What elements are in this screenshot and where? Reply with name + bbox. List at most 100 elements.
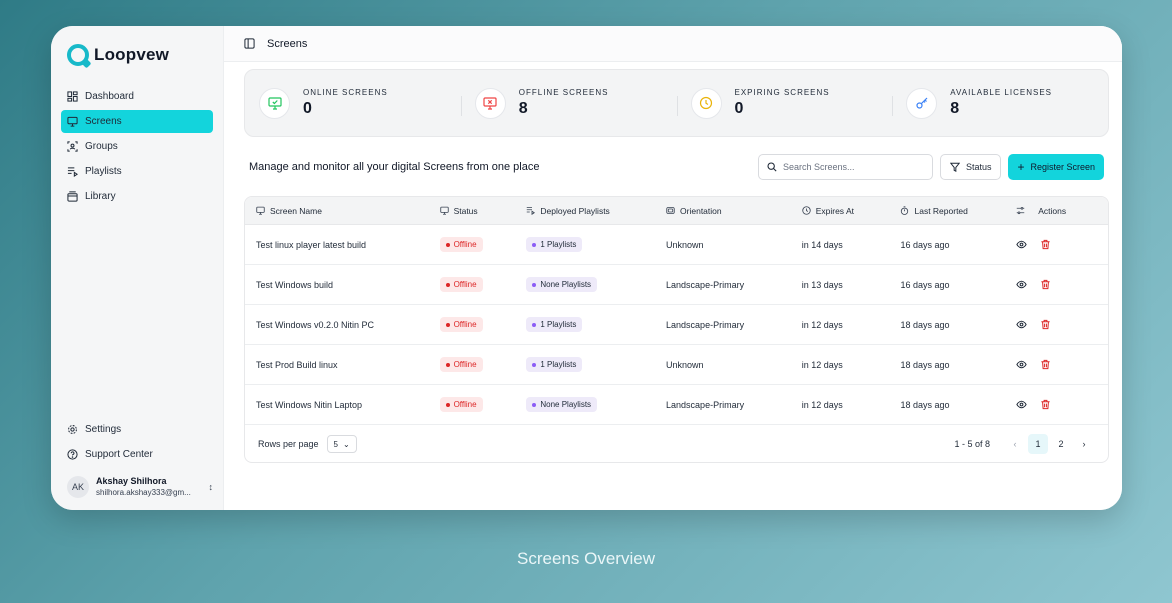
stat-licenses: AVAILABLE LICENSES 8 [892,87,1108,119]
status-filter-label: Status [965,161,992,172]
table-row[interactable]: Test Windows build Offline None Playlist… [245,265,1108,305]
page-button-1[interactable]: 1 [1028,434,1048,454]
expires-cell: in 13 days [801,279,843,290]
table-row[interactable]: Test linux player latest build Offline 1… [245,225,1108,265]
rows-per-page-value: 5 [333,439,338,449]
caption: Screens Overview [517,549,655,568]
status-badge: Offline [439,397,483,412]
trash-icon[interactable] [1040,279,1051,290]
orientation-cell: Unknown [666,359,704,370]
sidebar-item-label: Groups [85,141,118,152]
app-name: Loopvew [94,45,170,64]
orientation-cell: Landscape-Primary [666,319,745,330]
stats-bar: ONLINE SCREENS 0 OFFLINE SCREENS 8 EXPIR… [244,69,1109,137]
table-row[interactable]: Test Prod Build linux Offline 1 Playlist… [245,345,1108,385]
logo-icon [67,44,89,66]
stat-label: ONLINE SCREENS [303,88,388,97]
search-box[interactable] [757,153,933,180]
column-label: Expires At [815,205,854,216]
sidebar-item-label: Support Center [85,449,153,460]
gear-icon [68,425,77,434]
screen-name-cell[interactable]: Test linux player latest build [245,240,440,250]
stat-offline: OFFLINE SCREENS 8 [460,87,677,119]
eye-icon[interactable] [1016,359,1027,370]
sidebar-item-support[interactable]: Support Center [61,443,213,466]
rows-per-page-select[interactable]: 5 ⌄ [326,435,357,453]
table-row[interactable]: Test Windows v0.2.0 Nitin PC Offline 1 P… [245,305,1108,345]
sidebar-item-label: Library [85,191,116,202]
user-name: Akshay Shilhora [96,476,167,486]
register-screen-label: Register Screen [1030,161,1095,172]
trash-icon[interactable] [1040,239,1051,250]
prev-page-button[interactable]: ‹ [1005,434,1025,454]
column-header-screen-name[interactable]: Screen Name [245,206,440,216]
expires-cell: in 12 days [801,399,843,410]
clock-icon [690,87,722,119]
next-page-button[interactable]: › [1074,434,1094,454]
screens-table: Screen Name Status Deployed Playlists Or… [244,196,1109,463]
user-profile[interactable]: AK Akshay Shilhora shilhora.akshay333@gm… [61,476,213,498]
column-header-actions: Actions [1016,206,1108,216]
screen-name-cell[interactable]: Test Windows build [245,280,440,290]
trash-icon[interactable] [1040,399,1051,410]
search-input[interactable] [782,161,923,172]
stat-label: EXPIRING SCREENS [734,88,830,97]
library-icon [67,191,78,202]
clock-icon [802,206,811,215]
playlist-badge[interactable]: 1 Playlists [526,357,583,372]
table-footer: Rows per page 5 ⌄ 1 - 5 of 8 ‹ 1 2 › [245,425,1108,462]
expires-cell: in 12 days [801,359,843,370]
eye-icon[interactable] [1016,399,1027,410]
sidebar-item-groups[interactable]: Groups [61,135,213,158]
reported-cell: 18 days ago [900,359,950,370]
playlist-badge[interactable]: 1 Playlists [526,317,583,332]
chevron-up-down-icon[interactable]: ↕ [209,482,214,492]
stat-label: AVAILABLE LICENSES [950,88,1052,97]
stat-value: 8 [950,100,960,117]
trash-icon[interactable] [1040,359,1051,370]
sidebar-item-dashboard[interactable]: Dashboard [61,85,213,108]
status-filter-button[interactable]: Status [939,153,1002,180]
eye-icon[interactable] [1016,319,1027,330]
user-info: Akshay Shilhora shilhora.akshay333@gm... [96,476,202,498]
orientation-icon [666,207,675,214]
help-icon [67,449,78,460]
screen-name-cell[interactable]: Test Prod Build linux [245,360,440,370]
trash-icon[interactable] [1040,319,1051,330]
pagination-range: 1 - 5 of 8 [954,439,990,449]
column-label: Orientation [680,205,722,216]
eye-icon[interactable] [1016,279,1027,290]
screen-name-cell[interactable]: Test Windows Nitin Laptop [245,400,440,410]
register-screen-button[interactable]: + Register Screen [1008,153,1104,180]
stat-label: OFFLINE SCREENS [518,88,609,97]
page-button-2[interactable]: 2 [1051,434,1071,454]
sidebar-item-library[interactable]: Library [61,185,213,208]
column-header-expires-at[interactable]: Expires At [802,206,901,216]
playlist-badge[interactable]: None Playlists [526,277,598,292]
column-label: Status [453,205,478,216]
eye-icon[interactable] [1016,239,1027,250]
column-label: Deployed Playlists [540,205,610,216]
logo[interactable]: Loopvew [61,43,213,67]
column-header-orientation[interactable]: Orientation [666,206,802,216]
monitor-icon [256,206,265,215]
groups-icon [67,141,78,152]
column-header-status[interactable]: Status [439,205,527,216]
sidebar-item-settings[interactable]: Settings [61,418,213,441]
expires-cell: in 14 days [801,239,843,250]
column-header-playlists[interactable]: Deployed Playlists [526,206,666,216]
sidebar-item-screens[interactable]: Screens [61,110,213,133]
search-icon [767,161,777,172]
column-label: Last Reported [914,205,968,216]
key-icon [906,87,938,119]
timer-icon [901,206,909,215]
column-header-last-reported[interactable]: Last Reported [900,206,1016,216]
sidebar-item-playlists[interactable]: Playlists [61,160,213,183]
table-row[interactable]: Test Windows Nitin Laptop Offline None P… [245,385,1108,425]
playlist-badge[interactable]: 1 Playlists [526,237,583,252]
screen-name-cell[interactable]: Test Windows v0.2.0 Nitin PC [245,320,440,330]
playlist-badge[interactable]: None Playlists [526,397,598,412]
sidebar-toggle-icon[interactable] [244,38,255,49]
reported-cell: 16 days ago [900,239,950,250]
stat-online: ONLINE SCREENS 0 [245,87,461,119]
